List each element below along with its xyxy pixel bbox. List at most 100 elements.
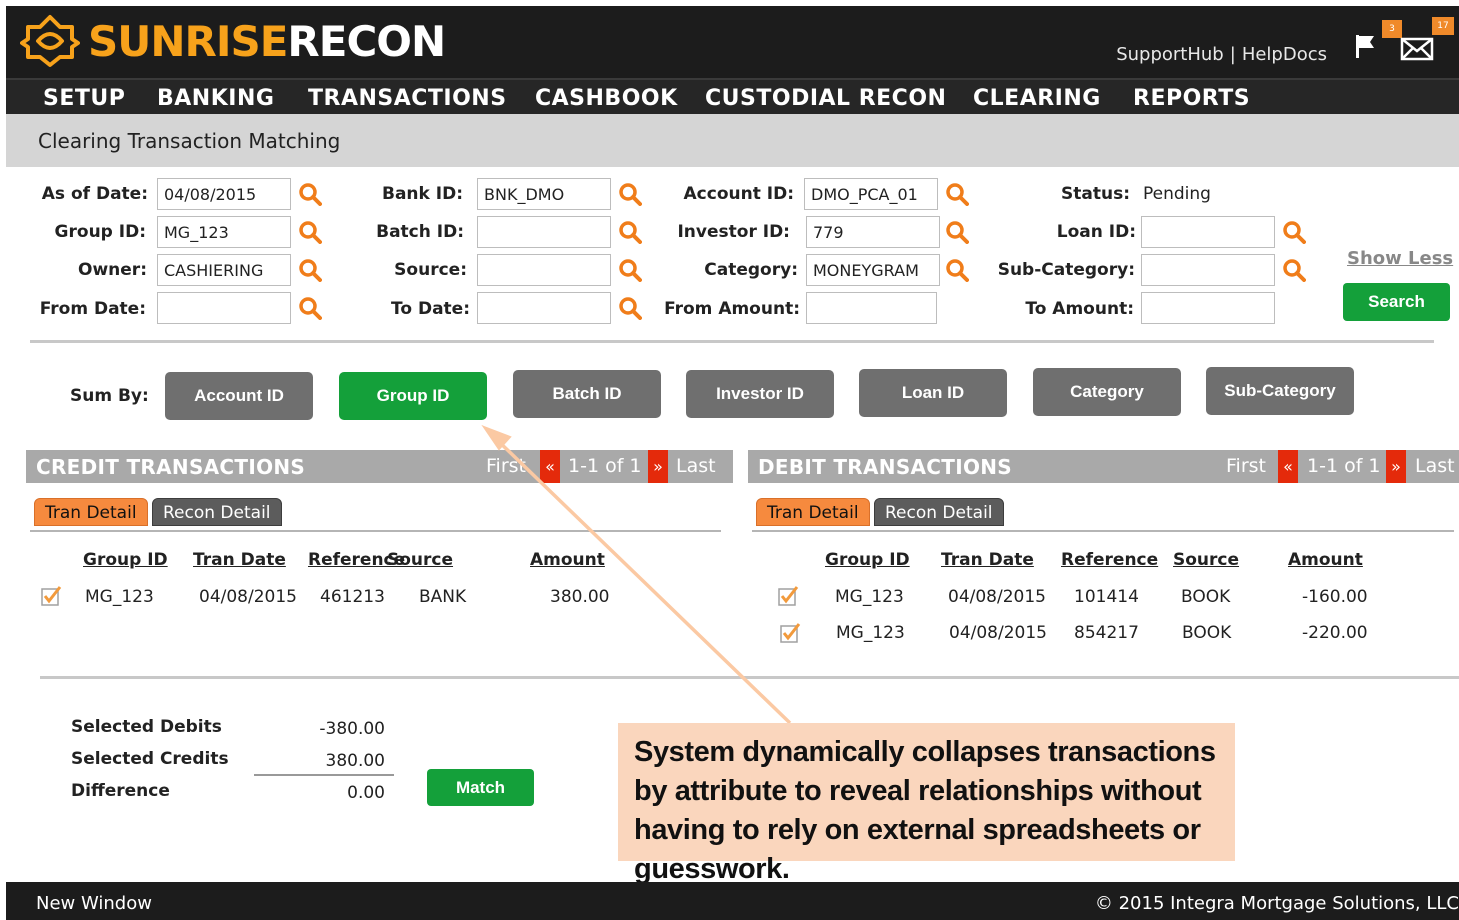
credit-col-source[interactable]: Source [387,550,453,570]
owner-search-icon[interactable] [298,258,322,282]
sum-by-account-id-button[interactable]: Account ID [165,372,313,420]
nav-banking[interactable]: BANKING [157,86,274,111]
debit-row-source: BOOK [1181,587,1231,607]
selected-debits-value: -380.00 [319,719,385,739]
credit-col-amount[interactable]: Amount [530,550,605,570]
account-id-search-icon[interactable] [945,182,969,206]
debit-col-group-id[interactable]: Group ID [825,550,910,570]
page-header: Clearing Transaction Matching [6,114,1459,167]
difference-label: Difference [71,781,170,801]
credit-tab-recon-detail[interactable]: Recon Detail [152,498,282,526]
category-field[interactable] [806,254,940,286]
group-id-label: Group ID: [54,222,146,242]
credit-row-checkbox[interactable] [40,585,62,607]
to-amount-field[interactable] [1141,292,1275,324]
debit-col-amount[interactable]: Amount [1288,550,1363,570]
debit-row-checkbox[interactable] [777,585,799,607]
flag-count-badge: 3 [1382,20,1402,38]
account-id-field[interactable] [804,178,938,210]
to-amount-label: To Amount: [1025,299,1134,319]
nav-setup[interactable]: SETUP [43,86,125,111]
debit-panel-header: DEBIT TRANSACTIONS First « 1-1 of 1 » La… [748,450,1459,483]
source-search-icon[interactable] [618,258,642,282]
sum-by-label: Sum By: [70,386,149,406]
match-button[interactable]: Match [427,769,534,806]
credit-last-link[interactable]: Last [676,455,716,477]
debit-tab-recon-detail[interactable]: Recon Detail [874,498,1004,526]
group-id-search-icon[interactable] [298,220,322,244]
to-date-label: To Date: [391,299,470,319]
investor-id-search-icon[interactable] [945,220,969,244]
search-button[interactable]: Search [1343,283,1450,321]
source-field[interactable] [477,254,611,286]
debit-prev-button[interactable]: « [1278,450,1298,483]
selected-debits-label: Selected Debits [71,717,222,737]
loan-id-field[interactable] [1141,216,1275,248]
as-of-date-label: As of Date: [41,184,148,204]
as-of-date-field[interactable] [157,178,291,210]
credit-next-button[interactable]: » [648,450,668,483]
link-separator: | [1229,44,1236,65]
credit-row-tran-date: 04/08/2015 [199,587,297,607]
nav-cashbook[interactable]: CASHBOOK [535,86,678,111]
nav-custodial-recon[interactable]: CUSTODIAL RECON [705,86,946,111]
loan-id-label: Loan ID: [1056,222,1136,242]
batch-id-field[interactable] [477,216,611,248]
credit-prev-button[interactable]: « [540,450,560,483]
divider [30,340,1434,343]
batch-id-label: Batch ID: [376,222,464,242]
credit-col-tran-date[interactable]: Tran Date [193,550,286,570]
debit-next-button[interactable]: » [1386,450,1406,483]
helpdocs-link[interactable]: HelpDocs [1242,44,1327,65]
debit-row-reference: 854217 [1074,623,1139,643]
group-id-field[interactable] [157,216,291,248]
credit-first-link[interactable]: First [486,455,526,477]
owner-field[interactable] [157,254,291,286]
debit-row-checkbox[interactable] [779,622,801,644]
nav-reports[interactable]: REPORTS [1133,86,1250,111]
from-date-field[interactable] [157,292,291,324]
bank-id-search-icon[interactable] [618,182,642,206]
debit-first-link[interactable]: First [1226,455,1266,477]
debit-tab-tran-detail[interactable]: Tran Detail [756,498,870,526]
investor-id-field[interactable] [806,216,940,248]
sum-by-group-id-button[interactable]: Group ID [339,372,487,420]
supporthub-link[interactable]: SupportHub [1116,44,1224,65]
sum-by-batch-id-button[interactable]: Batch ID [513,370,661,418]
debit-col-reference[interactable]: Reference [1061,550,1158,570]
to-date-search-icon[interactable] [618,296,642,320]
sum-by-category-button[interactable]: Category [1033,368,1181,416]
nav-transactions[interactable]: TRANSACTIONS [308,86,507,111]
sum-by-investor-id-button[interactable]: Investor ID [686,370,834,418]
to-date-field[interactable] [477,292,611,324]
batch-id-search-icon[interactable] [618,220,642,244]
flag-icon[interactable] [1350,32,1378,60]
show-less-link[interactable]: Show Less [1347,248,1453,269]
credit-tabs: Tran Detail Recon Detail [30,492,721,532]
debit-col-source[interactable]: Source [1173,550,1239,570]
sub-category-search-icon[interactable] [1282,258,1306,282]
sub-category-field[interactable] [1141,254,1275,286]
category-search-icon[interactable] [945,258,969,282]
investor-id-label: Investor ID: [677,222,790,242]
debit-row-group-id: MG_123 [835,587,904,607]
divider [40,676,1459,679]
bank-id-field[interactable] [477,178,611,210]
debit-col-tran-date[interactable]: Tran Date [941,550,1034,570]
mail-icon[interactable] [1400,36,1436,62]
mail-count-badge: 17 [1432,17,1454,35]
as-of-date-search-icon[interactable] [298,182,322,206]
from-amount-field[interactable] [806,292,937,324]
debit-row-amount: -220.00 [1302,623,1368,643]
debit-last-link[interactable]: Last [1415,455,1455,477]
sum-by-sub-category-button[interactable]: Sub-Category [1206,367,1354,415]
from-date-search-icon[interactable] [298,296,322,320]
loan-id-search-icon[interactable] [1282,220,1306,244]
nav-clearing[interactable]: CLEARING [973,86,1101,111]
source-label: Source: [394,260,467,280]
credit-col-group-id[interactable]: Group ID [83,550,168,570]
sum-by-loan-id-button[interactable]: Loan ID [859,369,1007,417]
new-window-link[interactable]: New Window [36,893,152,914]
credit-tab-tran-detail[interactable]: Tran Detail [34,498,148,526]
debit-row-source: BOOK [1182,623,1232,643]
